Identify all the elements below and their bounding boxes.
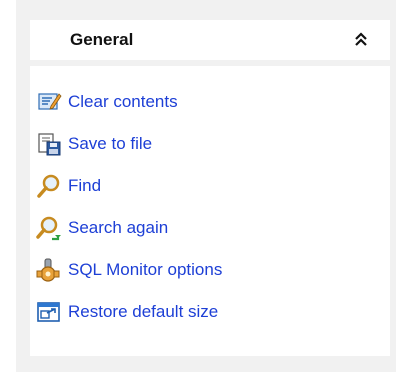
menu-item-label: Clear contents [68,92,178,111]
chevron-double-up-icon [355,32,367,46]
menu-item-label: Search again [68,218,169,237]
menu-item-label: Find [68,176,102,195]
menu-item-clear-contents[interactable]: Clear contents [36,88,178,116]
menu-item-label: Save to file [68,134,153,153]
search-again-icon [36,215,62,241]
find-icon [36,173,62,199]
menu-item-sql-monitor-options[interactable]: SQL Monitor options [36,256,222,284]
menu-item-search-again[interactable]: Search again [36,214,168,242]
menu-item-save-to-file[interactable]: Save to file [36,130,152,158]
save-to-file-icon [36,131,62,157]
menu-item-label: Restore default size [68,302,219,321]
sql-monitor-options-icon [36,257,62,283]
panel-header[interactable]: General [30,20,390,60]
menu-item-label: SQL Monitor options [68,260,223,279]
panel-body: Clear contents Save to file Find Search … [30,66,390,356]
restore-default-size-icon [36,299,62,325]
menu-item-find[interactable]: Find [36,172,101,200]
panel-title: General [70,30,134,49]
clear-contents-icon [36,89,62,115]
collapse-button[interactable] [349,28,373,52]
menu-item-restore-default-size[interactable]: Restore default size [36,298,218,326]
